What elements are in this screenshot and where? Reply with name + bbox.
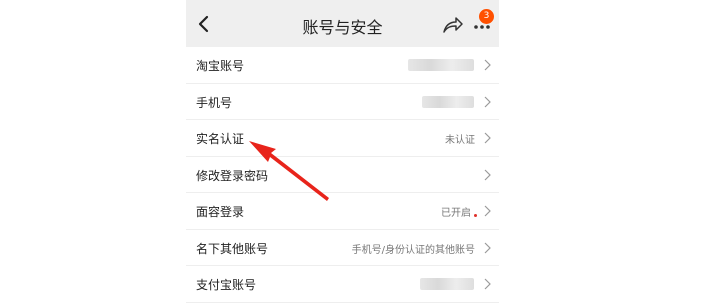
chevron-right-icon: [484, 132, 491, 144]
row-change-password[interactable]: 修改登录密码: [186, 157, 499, 193]
phone-screen: 账号与安全 3 淘宝账号 手机号 实名认证 未认证 修改登录密码 面容登录 已开…: [186, 0, 499, 303]
row-value: 手机号/身份认证的其他账号: [351, 244, 475, 256]
row-real-name-auth[interactable]: 实名认证 未认证: [186, 120, 499, 157]
row-value: 已开启: [441, 208, 471, 219]
chevron-right-icon: [484, 96, 491, 107]
row-label: 面容登录: [196, 205, 245, 219]
row-label: 名下其他账号: [196, 241, 269, 256]
row-value: 未认证: [445, 135, 475, 146]
share-icon[interactable]: [442, 14, 464, 36]
row-taobao-account[interactable]: 淘宝账号: [186, 47, 499, 84]
row-label: 修改登录密码: [196, 168, 269, 183]
row-face-login[interactable]: 面容登录 已开启: [186, 193, 499, 230]
chevron-right-icon: [484, 242, 491, 253]
row-other-accounts[interactable]: 名下其他账号 手机号/身份认证的其他账号: [186, 230, 499, 266]
chevron-right-icon: [484, 278, 491, 290]
notification-badge: 3: [479, 9, 494, 24]
row-label: 手机号: [196, 95, 233, 110]
row-alipay-account[interactable]: 支付宝账号: [186, 266, 499, 303]
blurred-value: [408, 59, 474, 71]
settings-list: 淘宝账号 手机号 实名认证 未认证 修改登录密码 面容登录 已开启 名下其他账号: [186, 47, 499, 303]
chevron-right-icon: [484, 205, 491, 217]
blurred-value: [422, 95, 474, 108]
row-phone-number[interactable]: 手机号: [186, 84, 499, 120]
blurred-value: [420, 278, 474, 290]
top-nav-bar: 账号与安全 3: [186, 0, 499, 47]
chevron-right-icon: [484, 169, 491, 180]
row-label: 支付宝账号: [196, 278, 257, 292]
status-dot: [474, 214, 477, 217]
chevron-right-icon: [484, 59, 491, 71]
row-label: 淘宝账号: [196, 59, 245, 73]
row-label: 实名认证: [196, 132, 245, 146]
